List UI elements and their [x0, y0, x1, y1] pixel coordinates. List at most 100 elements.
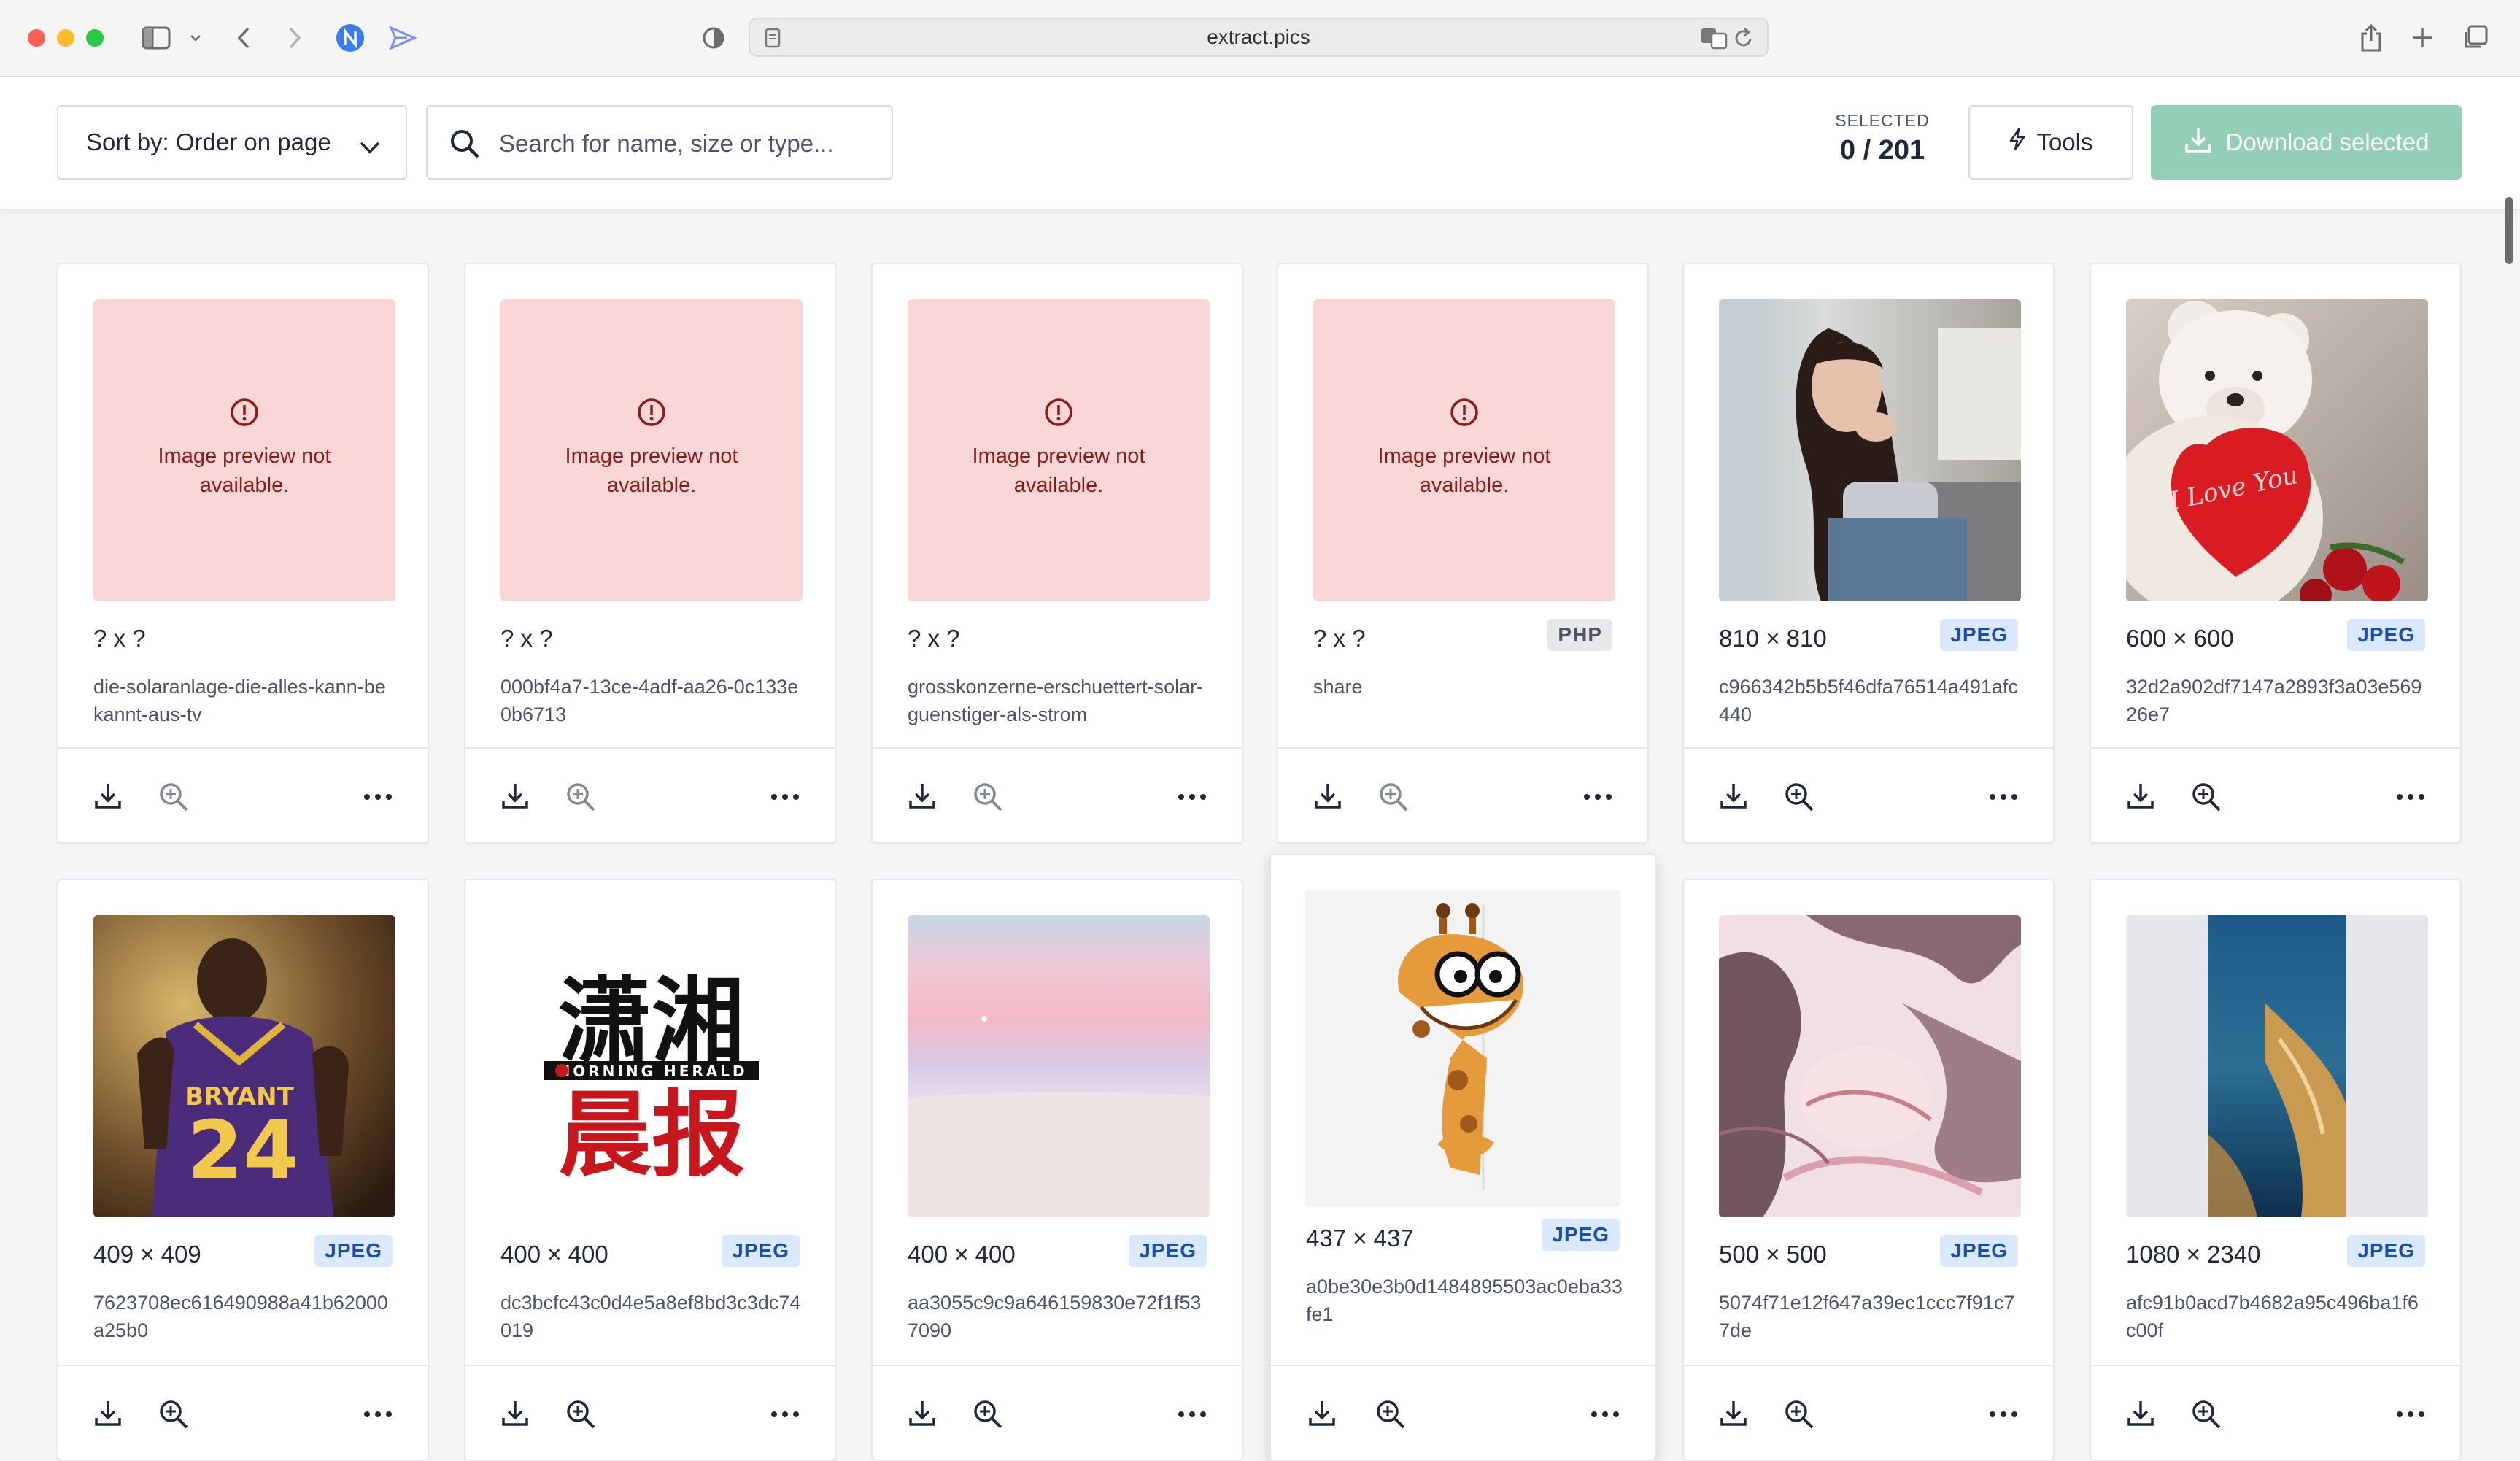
image-card[interactable]: 潇湘 MORNING HERALD 晨报 400 × 400 JPEG dc3b…: [464, 879, 836, 1461]
tools-button[interactable]: Tools: [1968, 105, 2133, 180]
image-card[interactable]: Image preview not available. ? x ? gross…: [871, 263, 1243, 844]
reload-icon[interactable]: [1734, 27, 1754, 53]
tab-overview-icon[interactable]: [2459, 20, 2491, 55]
image-preview[interactable]: [1719, 299, 2021, 601]
image-card[interactable]: I Love You 600 × 600 JPEG 32d2a902df7147…: [2090, 263, 2462, 844]
more-options-icon[interactable]: [1591, 1408, 1620, 1422]
download-icon[interactable]: [500, 781, 530, 814]
image-card[interactable]: Image preview not available. ? x ? 000bf…: [464, 263, 836, 844]
translate-icon[interactable]: [1700, 26, 1728, 53]
alert-circle-icon: [229, 398, 260, 431]
download-icon[interactable]: [1307, 1398, 1337, 1431]
image-card[interactable]: 500 × 500 JPEG 5074f71e12f647a39ec1ccc7f…: [1682, 879, 2055, 1461]
image-preview[interactable]: [2126, 915, 2428, 1217]
new-tab-icon[interactable]: [2406, 20, 2438, 55]
extension-send-icon[interactable]: [387, 20, 419, 55]
sort-dropdown[interactable]: Sort by: Order on page: [57, 105, 407, 180]
logo-bottom-text: 晨报: [558, 1081, 745, 1190]
logo-top-text: 潇湘: [558, 968, 745, 1076]
logo-band-text: MORNING HERALD: [555, 1063, 747, 1080]
download-icon[interactable]: [500, 1398, 530, 1431]
download-icon[interactable]: [2126, 1398, 2155, 1431]
download-icon[interactable]: [93, 1398, 123, 1431]
page-scrollbar[interactable]: [2505, 197, 2513, 264]
teddy-bear-image: I Love You: [2126, 299, 2428, 601]
image-dimensions: 409 × 409: [93, 1241, 201, 1268]
image-card[interactable]: Image preview not available. ? x ? PHP s…: [1277, 263, 1649, 844]
more-options-icon[interactable]: [770, 1408, 800, 1422]
zoom-in-icon[interactable]: [1783, 1398, 1815, 1434]
image-filename: 5074f71e12f647a39ec1ccc7f91c77de: [1719, 1292, 2015, 1341]
download-icon[interactable]: [1719, 1398, 1748, 1431]
portrait-photo-image: [1719, 299, 2021, 601]
zoom-in-icon[interactable]: [1783, 781, 1815, 817]
close-window-button[interactable]: [28, 29, 45, 47]
image-card[interactable]: 400 × 400 JPEG aa3055c9c9a646159830e72f1…: [871, 879, 1243, 1461]
privacy-shield-icon[interactable]: [699, 20, 728, 55]
chevron-down-icon[interactable]: [185, 20, 206, 55]
image-filename: 7623708ec616490988a41b62000a25b0: [93, 1292, 388, 1341]
more-options-icon[interactable]: [1178, 1408, 1207, 1422]
more-options-icon[interactable]: [1178, 791, 1207, 804]
newspaper-logo-image: 潇湘 MORNING HERALD 晨报: [500, 915, 803, 1217]
preview-error: Image preview not available.: [93, 299, 395, 601]
zoom-in-icon[interactable]: [565, 1398, 597, 1434]
more-options-icon[interactable]: [1583, 791, 1612, 804]
preview-error: Image preview not available.: [1313, 299, 1615, 601]
download-icon[interactable]: [2126, 781, 2155, 814]
image-dimensions: 1080 × 2340: [2126, 1241, 2261, 1268]
sidebar-toggle-icon[interactable]: [139, 20, 174, 55]
zoom-in-icon[interactable]: [158, 781, 190, 817]
app-toolbar: Sort by: Order on page SELECTED 0 / 201 …: [0, 77, 2520, 264]
download-icon[interactable]: [1313, 781, 1342, 814]
zoom-in-icon[interactable]: [2190, 781, 2222, 817]
image-preview[interactable]: BRYANT 24: [93, 915, 395, 1217]
more-options-icon[interactable]: [2396, 791, 2425, 804]
more-options-icon[interactable]: [770, 791, 800, 804]
zoom-in-icon[interactable]: [565, 781, 597, 817]
image-dimensions: 437 × 437: [1306, 1225, 1414, 1252]
image-preview[interactable]: [1719, 915, 2021, 1217]
zoom-window-button[interactable]: [86, 29, 104, 47]
back-icon[interactable]: [229, 20, 258, 55]
image-preview[interactable]: 潇湘 MORNING HERALD 晨报: [500, 915, 803, 1217]
file-type-badge: JPEG: [314, 1235, 393, 1267]
search-box[interactable]: [426, 105, 893, 180]
download-icon[interactable]: [908, 781, 937, 814]
card-actions: [1684, 747, 2053, 842]
image-card[interactable]: 1080 × 2340 JPEG afc91b0acd7b4682a95c496…: [2090, 879, 2462, 1461]
image-filename: c966342b5b5f46dfa76514a491afc440: [1719, 676, 2018, 725]
more-options-icon[interactable]: [1989, 1408, 2018, 1422]
zoom-in-icon[interactable]: [158, 1398, 190, 1434]
zoom-in-icon[interactable]: [972, 1398, 1004, 1434]
download-icon[interactable]: [93, 781, 123, 814]
image-preview[interactable]: [1305, 890, 1621, 1207]
card-actions: [2091, 747, 2460, 842]
selected-label: SELECTED: [1835, 111, 1930, 130]
address-bar[interactable]: extract.pics: [749, 18, 1769, 57]
more-options-icon[interactable]: [363, 1408, 393, 1422]
image-card[interactable]: 437 × 437 JPEG a0be30e3b0d1484895503ac0e…: [1269, 854, 1656, 1461]
image-card[interactable]: Image preview not available. ? x ? die-s…: [57, 263, 429, 844]
zoom-in-icon[interactable]: [1375, 1398, 1407, 1434]
image-preview[interactable]: I Love You: [2126, 299, 2428, 601]
forward-icon[interactable]: [280, 20, 309, 55]
download-icon[interactable]: [1719, 781, 1748, 814]
zoom-in-icon[interactable]: [2190, 1398, 2222, 1434]
extension-n-icon[interactable]: [334, 20, 366, 55]
share-icon[interactable]: [2355, 20, 2387, 55]
download-icon[interactable]: [908, 1398, 937, 1431]
more-options-icon[interactable]: [363, 791, 393, 804]
zoom-in-icon[interactable]: [1377, 781, 1410, 817]
more-options-icon[interactable]: [2396, 1408, 2425, 1422]
card-actions: [58, 1365, 428, 1460]
image-card[interactable]: BRYANT 24 409 × 409 JPEG 7623708ec616490…: [57, 879, 429, 1461]
download-selected-button[interactable]: Download selected: [2151, 105, 2462, 180]
minimize-window-button[interactable]: [57, 29, 74, 47]
image-preview[interactable]: [908, 915, 1210, 1217]
search-icon: [449, 128, 480, 163]
image-card[interactable]: 810 × 810 JPEG c966342b5b5f46dfa76514a49…: [1682, 263, 2055, 844]
zoom-in-icon[interactable]: [972, 781, 1004, 817]
more-options-icon[interactable]: [1989, 791, 2018, 804]
search-input[interactable]: [498, 124, 880, 163]
